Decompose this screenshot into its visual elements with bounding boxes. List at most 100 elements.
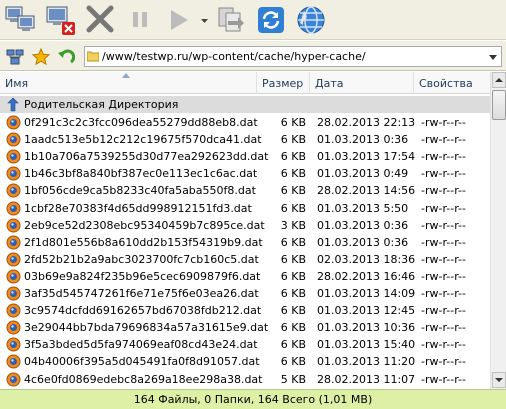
file-size: 5 KB xyxy=(280,372,306,386)
file-row[interactable]: 1b46c3bf8a840bf387ec0e113ec1c6ac.dat 6 KB… xyxy=(0,165,490,182)
column-size-header[interactable]: Размер xyxy=(257,72,310,94)
file-date: 01.03.2013 0:36 xyxy=(317,218,409,232)
file-name: 2fd52b21b2a9abc3023700fc7cb160c5.dat xyxy=(24,252,259,266)
dat-file-icon xyxy=(6,149,21,164)
globe-icon xyxy=(294,3,328,37)
scroll-up-button[interactable] xyxy=(492,72,506,88)
cancel-x-icon xyxy=(84,3,118,37)
dat-file-icon xyxy=(6,115,21,130)
file-row[interactable]: 4c6e0fd0869edebc8a269a18ee298a38.dat 5 KB… xyxy=(0,371,490,388)
column-attr-header[interactable]: Свойства xyxy=(414,72,490,94)
file-row[interactable]: 3c9574dcfdd69162657bd67038fdb212.dat 6 KB… xyxy=(0,302,490,319)
browser-button[interactable] xyxy=(294,3,328,37)
file-size: 6 KB xyxy=(280,355,306,369)
play-icon xyxy=(164,3,198,37)
file-name: 1b46c3bf8a840bf387ec0e113ec1c6ac.dat xyxy=(24,167,258,181)
column-attr-label: Свойства xyxy=(419,77,473,90)
file-size: 6 KB xyxy=(280,116,306,129)
back-arrow-icon xyxy=(57,49,76,69)
dat-file-icon xyxy=(6,201,21,216)
file-size: 6 KB xyxy=(280,321,306,335)
column-name-header[interactable]: Имя xyxy=(0,72,257,94)
dat-file-icon xyxy=(6,235,21,250)
file-name: 3af35d545747261f6e71e75f6e03ea26.dat xyxy=(24,287,259,300)
chevron-up-icon xyxy=(495,78,503,82)
file-name: 04b40006f395a5d045491fa0f8d91057.dat xyxy=(24,355,260,369)
file-attributes: -rw-r--r-- xyxy=(421,218,466,232)
file-attributes: -rw-r--r-- xyxy=(421,355,466,369)
file-row[interactable]: 04b40006f395a5d045491fa0f8d91057.dat 6 KB… xyxy=(0,353,490,370)
dat-file-icon xyxy=(6,354,21,369)
file-date: 01.03.2013 0:36 xyxy=(317,133,409,147)
dat-file-icon xyxy=(6,303,21,318)
file-row[interactable]: 3af35d545747261f6e71e75f6e03ea26.dat 6 KB… xyxy=(0,285,490,302)
column-date-label: Дата xyxy=(315,77,344,90)
network-drive-button[interactable] xyxy=(6,48,24,66)
network-drive-icon xyxy=(6,49,24,69)
file-date: 01.03.2013 11:20 xyxy=(317,355,416,369)
favorites-button[interactable] xyxy=(31,47,51,69)
file-attributes: -rw-r--r-- xyxy=(421,167,466,181)
cancel-button[interactable] xyxy=(84,3,118,37)
file-date: 01.03.2013 15:40 xyxy=(317,338,416,352)
file-row[interactable]: 03b69e9a824f235b96e5cec6909879f6.dat 6 KB… xyxy=(0,268,490,285)
vertical-scrollbar[interactable] xyxy=(490,72,506,389)
star-icon xyxy=(31,47,51,69)
file-row[interactable]: 0f291c3c2c3fcc096dea55279dd88eb8.dat 6 KB… xyxy=(0,114,490,131)
pause-button[interactable] xyxy=(124,3,158,37)
transfer-copy-button[interactable] xyxy=(214,3,248,37)
file-name: 2f1d801e556b8a610dd2b153f54319b9.dat xyxy=(24,235,263,249)
file-date: 02.03.2013 18:36 xyxy=(317,252,416,266)
file-row[interactable]: 3e29044bb7bda79696834a57a31615e9.dat 6 KB… xyxy=(0,319,490,336)
path-text: /www/testwp.ru/wp-content/cache/hyper-ca… xyxy=(102,50,366,63)
network-computers-icon xyxy=(4,3,38,37)
scroll-down-button[interactable] xyxy=(492,372,506,388)
file-name: 0f291c3c2c3fcc096dea55279dd88eb8.dat xyxy=(24,116,258,129)
file-attributes: -rw-r--r-- xyxy=(421,150,466,164)
column-header: Имя Размер Дата Свойства xyxy=(0,72,490,94)
file-date: 01.03.2013 12:45 xyxy=(317,304,416,318)
dat-file-icon xyxy=(6,286,21,301)
parent-directory-label: Родительская Директория xyxy=(24,98,179,111)
file-name: 1b10a706a7539255d30d77ea292623dd.dat xyxy=(24,150,269,164)
file-attributes: -rw-r--r-- xyxy=(421,235,466,249)
column-name-label: Имя xyxy=(5,77,29,90)
file-name: 3c9574dcfdd69162657bd67038fdb212.dat xyxy=(24,304,262,318)
folder-icon xyxy=(86,50,100,62)
path-input[interactable]: /www/testwp.ru/wp-content/cache/hyper-ca… xyxy=(84,46,502,67)
disconnect-button[interactable] xyxy=(44,3,78,37)
column-date-header[interactable]: Дата xyxy=(310,72,414,94)
file-row[interactable]: 2f1d801e556b8a610dd2b153f54319b9.dat 6 KB… xyxy=(0,234,490,251)
dat-file-icon xyxy=(6,166,21,181)
refresh-button[interactable] xyxy=(254,3,288,37)
file-attributes: -rw-r--r-- xyxy=(421,184,466,198)
parent-directory-row[interactable]: Родительская Директория xyxy=(0,96,490,113)
scrollbar-thumb[interactable] xyxy=(492,90,506,120)
file-row[interactable]: 2fd52b21b2a9abc3023700fc7cb160c5.dat 6 KB… xyxy=(0,251,490,268)
file-row[interactable]: 1aadc513e5b12c212c19675f570dca41.dat 6 KB… xyxy=(0,131,490,148)
chevron-down-icon[interactable] xyxy=(487,50,499,64)
file-row[interactable]: 1b10a706a7539255d30d77ea292623dd.dat 6 KB… xyxy=(0,148,490,165)
connect-computers-button[interactable] xyxy=(4,3,38,37)
up-directory-button[interactable] xyxy=(57,48,76,69)
play-dropdown-arrow[interactable] xyxy=(200,3,210,37)
pause-icon xyxy=(124,3,158,37)
file-attributes: -rw-r--r-- xyxy=(421,372,466,386)
dat-file-icon xyxy=(6,337,21,352)
file-size: 6 KB xyxy=(280,201,306,215)
file-date: 28.02.2013 16:46 xyxy=(317,269,416,283)
file-row[interactable]: 1cbf28e70383f4d65dd998912151fd3.dat 6 KB 0… xyxy=(0,200,490,217)
file-name: 1aadc513e5b12c212c19675f570dca41.dat xyxy=(24,133,262,147)
play-button[interactable] xyxy=(164,3,198,37)
file-attributes: -rw-r--r-- xyxy=(421,338,466,352)
file-size: 6 KB xyxy=(280,287,306,300)
address-bar: /www/testwp.ru/wp-content/cache/hyper-ca… xyxy=(0,41,506,71)
file-attributes: -rw-r--r-- xyxy=(421,252,466,266)
file-size: 6 KB xyxy=(280,133,306,147)
file-row[interactable]: 2eb9ce52d2308ebc95340459b7c895ce.dat 3 KB… xyxy=(0,217,490,234)
file-date: 01.03.2013 0:36 xyxy=(317,235,409,249)
file-row[interactable]: 3f5a3bded5d5fa974069eaf08cd43e24.dat 6 KB… xyxy=(0,336,490,353)
dat-file-icon xyxy=(6,320,21,335)
file-row[interactable]: 1bf056cde9ca5b8233c40fa5aba550f8.dat 6 KB… xyxy=(0,182,490,199)
dat-file-icon xyxy=(6,252,21,267)
